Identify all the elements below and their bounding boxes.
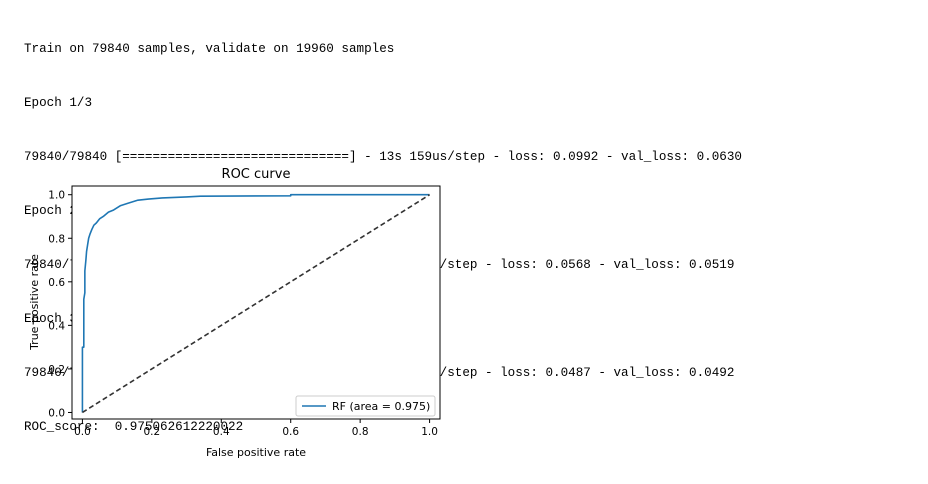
x-tick-label: 1.0	[421, 426, 438, 438]
legend: RF (area = 0.975)	[295, 395, 436, 417]
y-axis-label: True positive rate	[28, 254, 41, 351]
y-tick-label: 0.2	[48, 364, 65, 376]
y-tick-label: 0.0	[48, 407, 65, 419]
console-line-train-info: Train on 79840 samples, validate on 1996…	[24, 42, 395, 56]
x-tick-label: 0.4	[213, 426, 230, 438]
y-tick-label: 0.6	[48, 277, 65, 289]
chart-title: ROC curve	[222, 167, 291, 182]
x-tick-label: 0.8	[352, 426, 369, 438]
x-tick-label: 0.2	[143, 426, 160, 438]
x-tick-label: 0.6	[282, 426, 299, 438]
x-axis-label: False positive rate	[206, 446, 306, 459]
x-tick-label: 0.0	[74, 426, 91, 438]
y-tick-label: 1.0	[48, 190, 65, 202]
console-line-epoch-1: Epoch 1/3	[24, 96, 93, 110]
plot-area	[71, 185, 441, 420]
roc-chart: ROC curve 0.0 0.2 0.4 0.6 0.8 1.0 0.00.20.40.…	[28, 167, 441, 459]
x-axis: 0.0 0.2 0.4 0.6 0.8 1.0	[74, 419, 438, 438]
y-axis: 0.0 0.2 0.4 0.6 0.8 1.0	[48, 190, 72, 419]
y-tick-label: 0.4	[48, 320, 65, 332]
y-tick-label: 0.8	[48, 233, 65, 245]
legend-label-rf: RF (area = 0.975)	[332, 400, 430, 413]
